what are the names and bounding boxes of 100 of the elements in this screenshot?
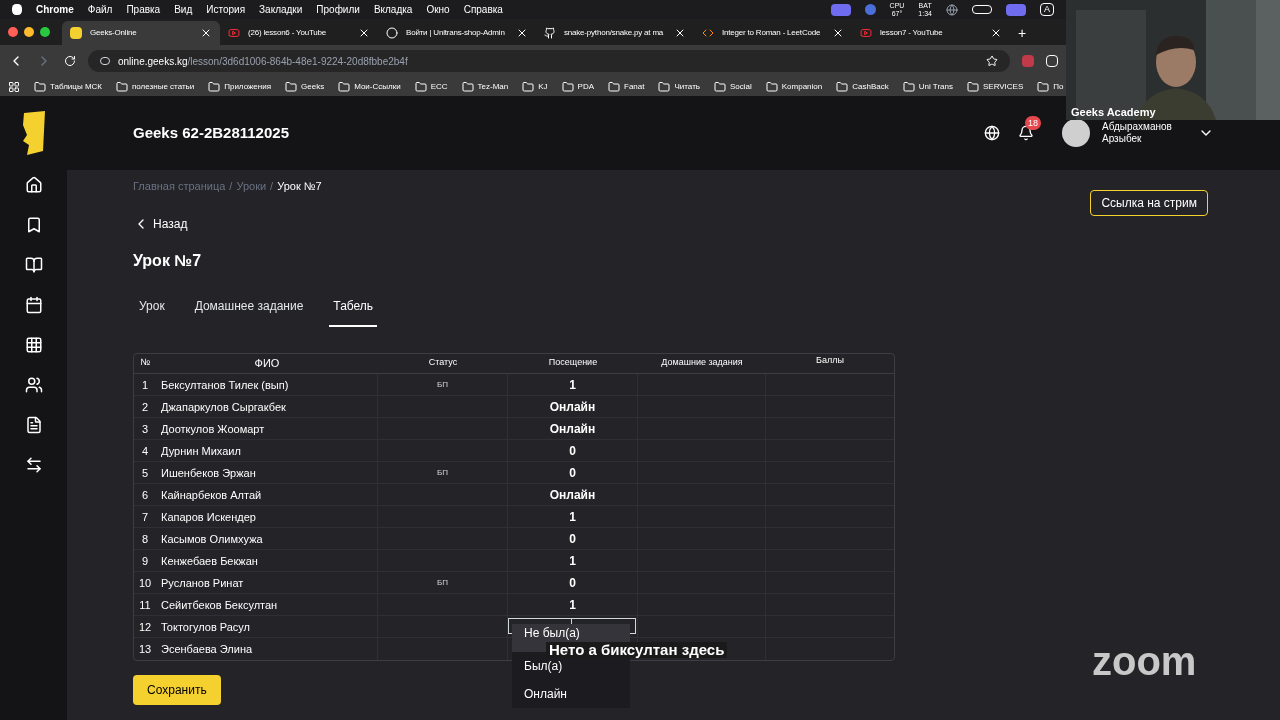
bookmark-item[interactable]: ECC [414, 80, 448, 93]
folder-icon [208, 80, 221, 93]
column-header: Домашние задания [660, 356, 744, 370]
table-cell-text: 10 [137, 575, 153, 591]
bookmark-item[interactable]: Читать [658, 80, 700, 93]
globe-icon[interactable] [984, 125, 1000, 141]
bookmark-item[interactable]: Приложения [208, 80, 271, 93]
close-icon[interactable] [200, 27, 212, 39]
code-icon [702, 27, 714, 39]
table-cell: 0 [508, 461, 638, 483]
table-cell: Капаров Искендер [156, 505, 378, 527]
folder-icon [522, 80, 535, 93]
home-icon[interactable] [24, 176, 43, 194]
stream-link-button[interactable]: Ссылка на стрим [1090, 190, 1208, 216]
folder-icon [414, 80, 427, 93]
table-cell: Касымов Олимхужа [156, 527, 378, 549]
menu-item[interactable]: История [206, 2, 246, 17]
folder-icon [658, 80, 671, 93]
bell-icon[interactable] [1018, 125, 1034, 141]
menu-item[interactable]: Справка [463, 2, 503, 17]
menu-item[interactable]: Окно [426, 2, 450, 17]
column-header: ФИО [253, 355, 281, 371]
table-cell-text: 1 [140, 377, 150, 393]
table-cell-text: 2 [140, 399, 150, 415]
tab[interactable]: Домашнее задание [190, 296, 308, 327]
users-icon[interactable] [24, 376, 43, 394]
bookmark-item[interactable]: Мои-Ссылки [338, 80, 401, 93]
close-window-button[interactable] [8, 27, 18, 37]
bookmark-item[interactable]: CashBack [836, 80, 889, 93]
menu-item[interactable]: Chrome [36, 2, 74, 17]
browser-tab[interactable]: (26) lesson6 - YouTube [220, 21, 378, 45]
table-cell-text: 11 [138, 597, 152, 613]
avatar[interactable] [1062, 119, 1090, 147]
reload-icon[interactable] [64, 55, 76, 67]
logo-icon [70, 27, 82, 39]
bookmark-item[interactable]: Таблицы МСК [34, 80, 102, 93]
new-tab-button[interactable]: + [1010, 21, 1035, 45]
folder-icon [836, 80, 849, 93]
maximize-window-button[interactable] [40, 27, 50, 37]
book-icon[interactable] [24, 256, 43, 274]
tab[interactable]: Табель [329, 296, 378, 327]
bookmark-item[interactable]: SERVICES [966, 80, 1024, 93]
folder-icon [765, 80, 778, 93]
close-icon[interactable] [358, 27, 370, 39]
close-icon[interactable] [990, 27, 1002, 39]
menu-option[interactable]: Онлайн [512, 680, 630, 708]
menu-item[interactable]: Правка [126, 2, 161, 17]
close-icon[interactable] [832, 27, 844, 39]
table-cell: Сейитбеков Бексултан [156, 593, 378, 615]
save-button[interactable]: Сохранить [133, 674, 221, 705]
browser-tab[interactable]: lesson7 - YouTube [852, 21, 1010, 45]
column-header: Посещение [547, 356, 599, 370]
address-field[interactable]: online.geeks.kg/lesson/3d6d1006-864b-48e1-9224-20d8fbbe2b4f [88, 50, 1010, 72]
badge-icon [864, 4, 876, 15]
table-cell-text: 9 [140, 553, 150, 569]
close-icon[interactable] [674, 27, 686, 39]
apps-icon[interactable] [8, 80, 20, 93]
menu-item[interactable]: Вид [174, 2, 193, 17]
bookmark-item[interactable]: полезные статьи [116, 80, 195, 93]
menu-item[interactable]: Вкладка [373, 2, 413, 17]
bookmark-item[interactable]: PDA [561, 80, 594, 93]
calendar-icon[interactable] [24, 296, 43, 314]
bookmark-item[interactable]: Social [713, 80, 752, 93]
minimize-window-button[interactable] [24, 27, 34, 37]
close-icon[interactable] [516, 27, 528, 39]
table-cell: Онлайн [508, 483, 638, 505]
bookmark-item[interactable]: KJ [522, 80, 548, 93]
menu-item[interactable]: Профили [316, 2, 360, 17]
arrows-icon[interactable] [24, 456, 43, 474]
logo-icon[interactable] [20, 111, 47, 155]
input-source[interactable]: A [1040, 3, 1054, 16]
bookmark-item[interactable]: Fanat [608, 80, 645, 93]
bookmark-item[interactable]: Tez-Man [461, 80, 509, 93]
tab[interactable]: Урок [135, 296, 169, 327]
browser-tab[interactable]: Geeks-Online [62, 21, 220, 45]
bookmark-item[interactable]: Kompanion [765, 80, 823, 93]
bookmark-item[interactable]: По [1037, 80, 1064, 93]
folder-icon [902, 80, 915, 93]
globe-icon [946, 3, 958, 16]
table-cell: Онлайн [508, 395, 638, 417]
back-link[interactable]: Назад [133, 214, 188, 233]
table-cell: БП [378, 461, 508, 483]
breadcrumb-separator: / [270, 179, 274, 194]
bookmark-item[interactable]: Uni Trans [902, 80, 953, 93]
user-name: Арзыбек [1102, 133, 1142, 145]
table-cell: Русланов Ринат [156, 571, 378, 593]
grid-icon[interactable] [24, 336, 43, 354]
browser-tab[interactable]: Войти | Unitrans-shop-Admin [378, 21, 536, 45]
folder-icon [116, 80, 128, 93]
star-icon[interactable] [986, 55, 998, 67]
extension-icon[interactable] [1046, 55, 1058, 67]
document-icon[interactable] [24, 416, 43, 434]
folder-icon [285, 80, 297, 93]
menu-item[interactable]: Закладки [259, 2, 303, 17]
browser-tab[interactable]: snake-python/snake.py at ma [536, 21, 694, 45]
folder-icon [1037, 80, 1050, 93]
menu-item[interactable]: Файл [87, 2, 113, 17]
browser-tab[interactable]: Integer to Roman - LeetCode [694, 21, 852, 45]
bookmark-item[interactable]: Geeks [285, 80, 325, 93]
breadcrumb-separator: / [229, 179, 233, 194]
